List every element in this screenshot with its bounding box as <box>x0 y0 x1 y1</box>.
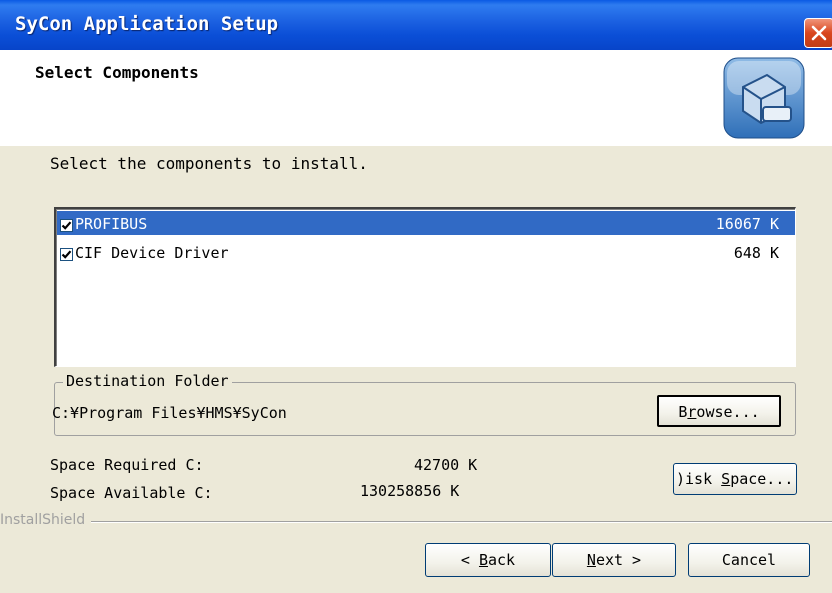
next-label-b: ext > <box>595 551 642 569</box>
disk-space-button[interactable]: )isk Space... <box>673 463 797 495</box>
checkmark-icon <box>61 221 72 230</box>
page-title: Select Components <box>35 63 199 82</box>
back-label-accel: B <box>478 551 488 569</box>
component-row-cif-device-driver[interactable]: CIF Device Driver 648 K <box>57 240 795 264</box>
disk-space-label-a: )isk <box>676 470 722 488</box>
instruction-text: Select the components to install. <box>50 154 368 173</box>
setup-window: SyCon Application Setup Select Component… <box>0 0 832 593</box>
setup-computer-icon <box>723 57 805 139</box>
destination-folder-label: Destination Folder <box>63 372 232 390</box>
components-list[interactable]: PROFIBUS 16067 K CIF Device Driver 648 K <box>54 207 796 367</box>
next-label-accel: N <box>586 551 596 569</box>
destination-path: C:¥Program Files¥HMS¥SyCon <box>52 404 287 422</box>
disk-space-label-b: pace... <box>730 470 794 488</box>
component-row-profibus[interactable]: PROFIBUS 16067 K <box>57 211 795 235</box>
header-separator <box>0 145 832 146</box>
components-list-area: PROFIBUS 16067 K CIF Device Driver 648 K <box>56 209 795 366</box>
installshield-divider <box>0 521 832 523</box>
title-bar[interactable]: SyCon Application Setup <box>0 0 832 50</box>
browse-button[interactable]: Browse... <box>657 395 781 427</box>
component-name: CIF Device Driver <box>75 244 229 262</box>
back-button[interactable]: < Back <box>425 543 551 577</box>
space-available-label: Space Available C: <box>50 484 213 502</box>
space-available-value: 130258856 K <box>360 482 460 500</box>
wizard-header: Select Components <box>0 50 832 146</box>
close-button[interactable] <box>804 18 832 48</box>
close-icon <box>811 25 827 41</box>
browse-label-b: owse... <box>696 403 760 421</box>
installshield-brand: InstallShield <box>0 512 92 528</box>
disk-space-label-accel: S <box>721 470 731 488</box>
back-label-a: < <box>460 551 479 569</box>
back-label-b: ack <box>488 551 516 569</box>
space-required-label: Space Required C: <box>50 456 204 474</box>
component-checkbox-cif-device-driver[interactable] <box>60 248 73 261</box>
component-checkbox-profibus[interactable] <box>60 219 73 232</box>
cancel-button[interactable]: Cancel <box>688 543 810 577</box>
next-button[interactable]: Next > <box>552 543 676 577</box>
space-required-value: 42700 K <box>414 456 478 474</box>
component-size: 648 K <box>733 244 779 262</box>
component-name: PROFIBUS <box>75 215 148 233</box>
checkmark-icon <box>61 250 72 259</box>
window-title: SyCon Application Setup <box>15 13 279 35</box>
cancel-label: Cancel <box>721 551 777 569</box>
component-size: 16067 K <box>715 215 779 233</box>
